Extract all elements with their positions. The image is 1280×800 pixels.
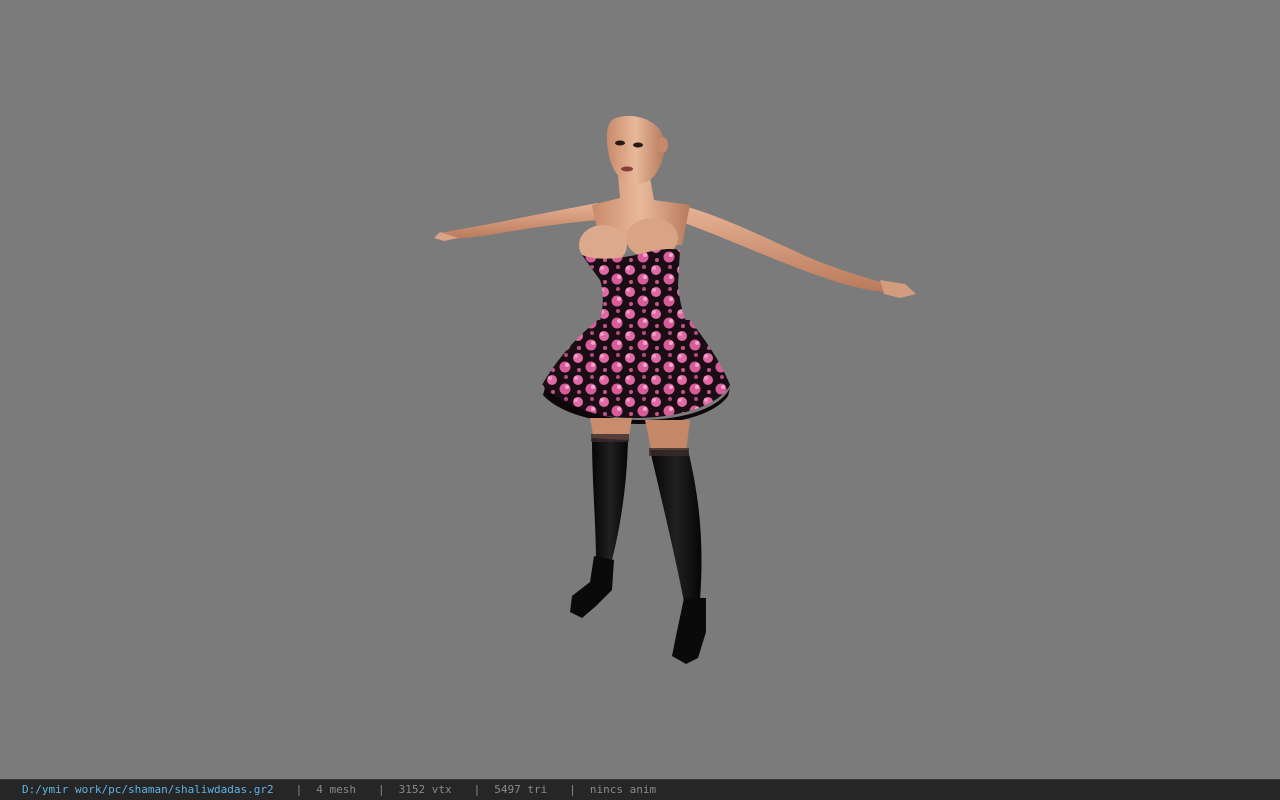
file-path: D:/ymir work/pc/shaman/shaliwdadas.gr2 bbox=[22, 783, 274, 796]
status-bar: D:/ymir work/pc/shaman/shaliwdadas.gr2 | 4… bbox=[0, 779, 1280, 800]
3d-viewport[interactable] bbox=[0, 0, 1280, 779]
animation-status: nincs anim bbox=[589, 783, 657, 796]
vertex-count: 3152 vtx bbox=[398, 783, 452, 796]
separator: | bbox=[473, 783, 481, 796]
mesh-count: 4 mesh bbox=[316, 783, 357, 796]
character-model bbox=[434, 115, 916, 664]
triangle-count: 5497 tri bbox=[494, 783, 548, 796]
separator: | bbox=[378, 783, 385, 796]
separator: | bbox=[295, 783, 303, 796]
separator: | bbox=[569, 783, 576, 796]
